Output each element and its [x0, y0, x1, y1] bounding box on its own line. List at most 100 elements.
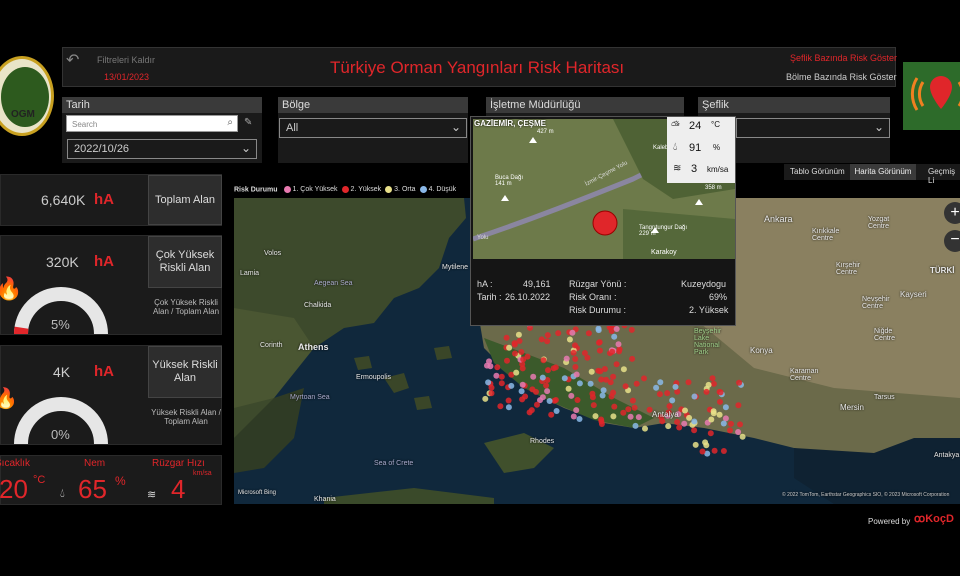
risk-dot[interactable]: [538, 336, 545, 343]
zoom-in-button[interactable]: +: [944, 202, 960, 224]
risk-dot[interactable]: [641, 375, 647, 382]
risk-dot[interactable]: [484, 362, 490, 369]
risk-dot[interactable]: [722, 404, 729, 411]
risk-dot[interactable]: [504, 357, 510, 364]
risk-dot[interactable]: [589, 390, 596, 397]
risk-dot[interactable]: [572, 356, 579, 362]
risk-dot[interactable]: [598, 416, 605, 423]
risk-dot[interactable]: [739, 433, 746, 440]
risk-dot[interactable]: [716, 411, 723, 418]
risk-dot[interactable]: [573, 371, 580, 378]
clear-filters-link[interactable]: Filtreleri Kaldır: [97, 55, 155, 65]
risk-dot[interactable]: [570, 349, 577, 356]
risk-dot[interactable]: [599, 392, 606, 399]
risk-dot[interactable]: [488, 390, 495, 397]
risk-dot[interactable]: [505, 397, 512, 404]
risk-dot[interactable]: [665, 423, 672, 430]
risk-dot[interactable]: [519, 381, 526, 388]
risk-dot[interactable]: [635, 414, 642, 421]
risk-dot[interactable]: [544, 388, 551, 395]
risk-dot[interactable]: [588, 368, 595, 375]
bolge-dropdown[interactable]: All ⌄: [279, 118, 467, 138]
risk-dot[interactable]: [555, 330, 562, 337]
risk-dot[interactable]: [685, 379, 692, 386]
search-input[interactable]: Search ⌕: [66, 115, 238, 132]
risk-dot[interactable]: [682, 407, 688, 414]
risk-dot[interactable]: [506, 344, 513, 351]
tab-tablo[interactable]: Tablo Görünüm: [790, 167, 845, 176]
tarih-dropdown[interactable]: 2022/10/26 ⌄: [67, 139, 257, 159]
risk-dot[interactable]: [707, 430, 714, 437]
risk-dot[interactable]: [587, 380, 594, 387]
risk-dot[interactable]: [565, 385, 572, 392]
risk-dot[interactable]: [620, 409, 627, 416]
risk-dot[interactable]: [534, 401, 540, 408]
risk-dot[interactable]: [703, 388, 710, 395]
risk-dot[interactable]: [503, 334, 510, 341]
risk-dot[interactable]: [631, 404, 638, 411]
toplam-alan-button[interactable]: Toplam Alan: [148, 175, 222, 225]
risk-dot[interactable]: [705, 381, 712, 388]
risk-dot[interactable]: [540, 357, 547, 364]
risk-dot[interactable]: [735, 402, 742, 409]
risk-dot[interactable]: [736, 379, 743, 386]
risk-dot[interactable]: [544, 332, 551, 339]
risk-dot[interactable]: [681, 420, 688, 427]
risk-dot[interactable]: [561, 375, 568, 382]
risk-dot[interactable]: [664, 390, 671, 397]
risk-dot[interactable]: [569, 329, 576, 336]
risk-dot[interactable]: [511, 341, 518, 348]
risk-dot[interactable]: [610, 413, 617, 420]
risk-dot[interactable]: [737, 421, 743, 428]
risk-dot[interactable]: [728, 420, 734, 427]
risk-dot[interactable]: [553, 408, 560, 414]
eraser-icon[interactable]: ✎: [244, 117, 252, 128]
back-arrow-icon[interactable]: ↶: [66, 50, 79, 70]
risk-dot[interactable]: [611, 333, 618, 340]
risk-dot[interactable]: [625, 406, 632, 413]
risk-dot[interactable]: [513, 369, 520, 376]
risk-dot[interactable]: [539, 374, 546, 381]
risk-dot[interactable]: [692, 441, 699, 448]
risk-dot[interactable]: [572, 342, 578, 349]
risk-dot[interactable]: [544, 338, 551, 345]
risk-dot[interactable]: [609, 348, 616, 355]
risk-dot[interactable]: [520, 356, 527, 363]
risk-dot[interactable]: [674, 419, 681, 425]
risk-dot[interactable]: [518, 388, 525, 395]
risk-dot[interactable]: [628, 326, 635, 333]
risk-dot[interactable]: [613, 326, 620, 332]
risk-dot[interactable]: [519, 365, 526, 372]
seflik-risk-link[interactable]: Şeflik Bazında Risk Göster: [790, 53, 897, 63]
risk-dot[interactable]: [493, 372, 500, 379]
risk-dot[interactable]: [699, 448, 706, 455]
risk-dot[interactable]: [526, 409, 533, 416]
risk-dot[interactable]: [498, 373, 505, 380]
risk-dot[interactable]: [711, 447, 718, 454]
risk-dot[interactable]: [656, 391, 663, 398]
risk-dot[interactable]: [672, 383, 679, 390]
risk-dot[interactable]: [576, 380, 583, 387]
risk-dot[interactable]: [710, 380, 717, 387]
risk-dot[interactable]: [563, 355, 570, 362]
risk-dot[interactable]: [708, 416, 715, 423]
risk-dot[interactable]: [498, 380, 505, 387]
risk-dot[interactable]: [720, 448, 727, 454]
risk-dot[interactable]: [568, 392, 575, 399]
risk-dot[interactable]: [603, 376, 609, 383]
risk-dot[interactable]: [657, 379, 664, 386]
risk-dot[interactable]: [545, 367, 551, 374]
risk-dot[interactable]: [485, 379, 492, 386]
risk-dot[interactable]: [574, 397, 581, 403]
risk-dot[interactable]: [633, 380, 640, 387]
tab-gecmis[interactable]: Geçmiş Li: [928, 167, 960, 185]
risk-dot[interactable]: [610, 373, 617, 380]
risk-dot[interactable]: [691, 418, 698, 425]
tab-harita[interactable]: Harita Görünüm: [850, 164, 916, 180]
risk-dot[interactable]: [596, 347, 603, 354]
risk-dot[interactable]: [735, 429, 742, 435]
risk-dot[interactable]: [622, 383, 629, 390]
risk-dot[interactable]: [566, 336, 573, 343]
risk-dot[interactable]: [497, 403, 504, 410]
risk-dot[interactable]: [653, 384, 660, 391]
